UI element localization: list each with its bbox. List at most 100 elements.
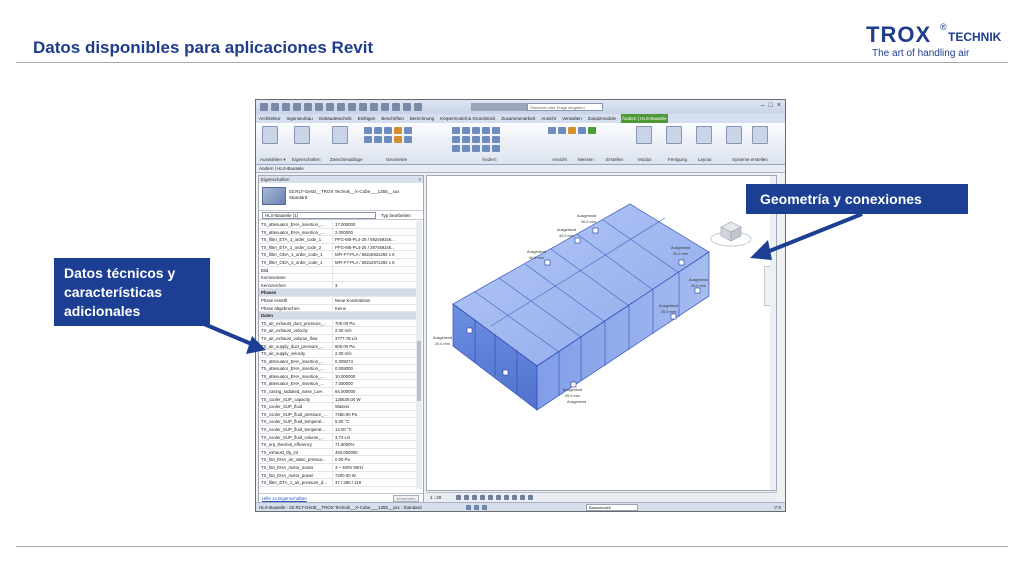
- dropdown-icon[interactable]: [414, 103, 422, 111]
- section-icon[interactable]: [370, 103, 378, 111]
- print-icon[interactable]: [315, 103, 323, 111]
- ribbon-tab[interactable]: Körpermodell & Grundstück: [439, 114, 496, 123]
- override-icon[interactable]: [558, 127, 566, 134]
- cope-icon[interactable]: [404, 136, 412, 143]
- property-group-header[interactable]: Phasen: [259, 289, 417, 297]
- property-value[interactable]: 125639.00 W: [333, 396, 417, 403]
- property-row[interactable]: TX_cooler_SUP_fluid_pressure_... 7460.00 …: [259, 410, 417, 419]
- ribbon-tab[interactable]: Ansicht: [540, 114, 557, 123]
- property-row[interactable]: TX_attenuator_EHA_insertion_... 0.009000: [259, 365, 417, 373]
- property-value[interactable]: 0.009000: [333, 365, 417, 372]
- connector-marker[interactable]: [466, 327, 473, 334]
- move-icon[interactable]: [492, 127, 500, 134]
- property-value[interactable]: 7460.00 Pa: [333, 411, 417, 418]
- paste-button[interactable]: [332, 126, 348, 144]
- trim-single-icon[interactable]: [492, 145, 500, 152]
- ribbon-tab[interactable]: Gebäudetechnik: [318, 114, 353, 123]
- property-row[interactable]: TX_filter_ODA_1_order_code_1 MFI-F7-PLA /…: [259, 251, 417, 259]
- close-icon[interactable]: ×: [777, 102, 781, 109]
- fabrication-button[interactable]: [666, 126, 682, 144]
- mirror-icon[interactable]: [472, 127, 480, 134]
- visual-style-icon[interactable]: [464, 495, 469, 500]
- apply-button[interactable]: Anwenden: [393, 495, 419, 502]
- hide-icon[interactable]: [548, 127, 556, 134]
- ribbon-tab[interactable]: Ändern | HLS-Bauteile: [620, 114, 668, 123]
- duct-system-button[interactable]: [726, 126, 742, 144]
- property-value[interactable]: 10.000000: [333, 373, 417, 380]
- property-row[interactable]: Bild: [259, 266, 417, 275]
- property-row[interactable]: TX_fan_EHA_motor_power 7200.00 W: [259, 471, 417, 480]
- property-value[interactable]: [333, 267, 417, 274]
- text-icon[interactable]: [348, 103, 356, 111]
- property-value[interactable]: 0.009274: [333, 358, 417, 365]
- connect-into-button[interactable]: [696, 126, 712, 144]
- split-icon[interactable]: [404, 127, 412, 134]
- property-row[interactable]: TX_casing_radiated_noise_LwA 64.000000: [259, 388, 417, 396]
- thin-lines-icon[interactable]: [381, 103, 389, 111]
- sun-path-icon[interactable]: [472, 495, 477, 500]
- connector-marker[interactable]: [502, 369, 509, 376]
- reveal-hidden-icon[interactable]: [528, 495, 533, 500]
- properties-scrollbar[interactable]: [416, 221, 422, 489]
- main-model-select[interactable]: Basismodell: [586, 504, 638, 511]
- property-value[interactable]: 71.8000%: [333, 441, 417, 448]
- 3d-view-icon[interactable]: [359, 103, 367, 111]
- property-row[interactable]: Kommentare: [259, 274, 417, 282]
- selection-filter[interactable]: ▽:0: [774, 503, 781, 511]
- view-scale[interactable]: 1 : 20: [430, 493, 441, 502]
- undo-icon[interactable]: [293, 103, 301, 111]
- property-value[interactable]: Wasser: [333, 403, 417, 410]
- property-row[interactable]: TX_air_supply_duct_pressure_... 500.00 Pa: [259, 342, 417, 351]
- crop-view-icon[interactable]: [496, 495, 501, 500]
- property-row[interactable]: TX_filter_ODA_2_order_code_1 MFI-F7-PLA /…: [259, 258, 417, 267]
- property-value[interactable]: 2.00 m/s: [333, 327, 417, 334]
- connector-marker[interactable]: [574, 237, 581, 244]
- paint-icon[interactable]: [394, 127, 402, 134]
- property-value[interactable]: 3.74 L/s: [333, 434, 417, 441]
- property-row[interactable]: TX_attenuator_EHA_insertion_... 10.000000: [259, 372, 417, 381]
- temporary-hide-icon[interactable]: [520, 495, 525, 500]
- show-crop-icon[interactable]: [504, 495, 509, 500]
- worksets-icon[interactable]: [466, 505, 471, 510]
- properties-help-link[interactable]: Hilfe zu Eigenschaften: [262, 496, 307, 501]
- property-value[interactable]: 37 / 280 / 119: [333, 479, 417, 486]
- property-value[interactable]: PFG-M5-PL4-25 / 287x592x6...: [333, 244, 417, 251]
- property-row[interactable]: TX_fan_EHA_air_static_pressur... 0.00 Pa: [259, 456, 417, 464]
- editable-only-icon[interactable]: [482, 505, 487, 510]
- shadows-icon[interactable]: [480, 495, 485, 500]
- property-row[interactable]: TX_attenuator_EHA_insertion_... 17.000000: [259, 221, 417, 229]
- property-row[interactable]: TX_fan_EHA_motor_mains 3 ~ 400V 50Hz: [259, 464, 417, 472]
- offset-icon[interactable]: [462, 127, 470, 134]
- split-face-icon[interactable]: [384, 136, 392, 143]
- property-value[interactable]: 7.000000: [333, 380, 417, 387]
- property-value[interactable]: MFI-F7-PLA / 592x592x292 x 6: [333, 251, 417, 258]
- connector-marker[interactable]: [678, 259, 685, 266]
- viewport-scrollbar[interactable]: [770, 176, 776, 490]
- viewcube[interactable]: [709, 217, 753, 247]
- dimension-tool-icon[interactable]: [578, 127, 586, 134]
- property-value[interactable]: 2.000000: [333, 229, 417, 236]
- switch-windows-icon[interactable]: [403, 103, 411, 111]
- array-icon[interactable]: [492, 136, 500, 143]
- property-value[interactable]: PFG-M5-PL4-25 / 592x592x6...: [333, 236, 417, 243]
- connector-marker[interactable]: [592, 227, 599, 234]
- design-options-icon[interactable]: [474, 505, 479, 510]
- ribbon-tab[interactable]: Berechnung: [409, 114, 435, 123]
- close-views-icon[interactable]: [392, 103, 400, 111]
- edit-type-button[interactable]: Typ bearbeiten: [381, 211, 411, 220]
- create-group-icon[interactable]: [588, 127, 596, 134]
- property-value[interactable]: 2.00 m/s: [333, 350, 417, 357]
- ribbon-tab[interactable]: Architektur: [258, 114, 282, 123]
- type-selector[interactable]: 02.RLT-Gerät__TROX Technik__X-Cube___135…: [259, 183, 423, 211]
- ribbon-tab[interactable]: Verwalten: [561, 114, 583, 123]
- property-row[interactable]: TX_cooler_SUP_fluid_temperat... 5.00 °C: [259, 418, 417, 427]
- property-value[interactable]: [333, 274, 417, 281]
- property-row[interactable]: TX_erp_thermal_efficiency 71.8000%: [259, 441, 417, 449]
- mirror-axis-icon[interactable]: [482, 127, 490, 134]
- ribbon-tab[interactable]: Ingenieurbau: [286, 114, 314, 123]
- close-icon[interactable]: ×: [418, 176, 421, 183]
- rotate-icon[interactable]: [462, 136, 470, 143]
- property-row[interactable]: TX_filter_ETA_1_air_pressure_d... 37 / 28…: [259, 479, 417, 487]
- wall-join-icon[interactable]: [364, 136, 372, 143]
- split-element-icon[interactable]: [482, 136, 490, 143]
